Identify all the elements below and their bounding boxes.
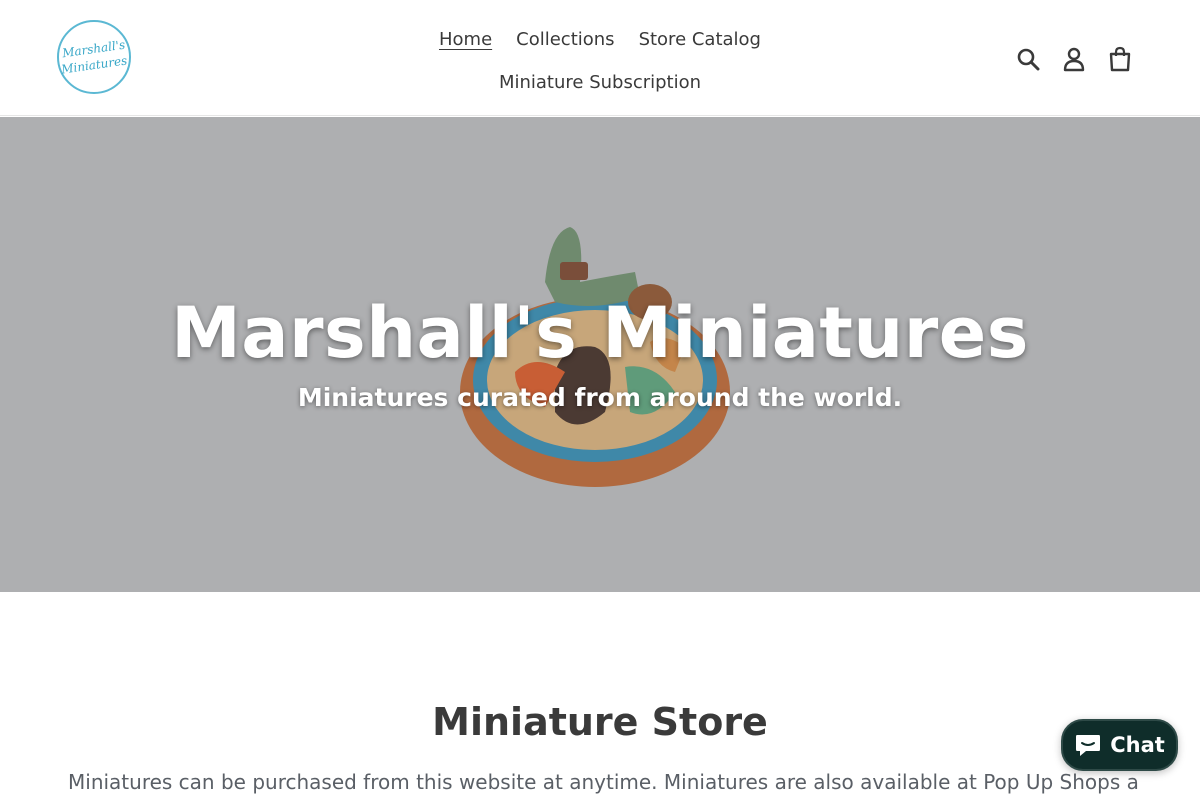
site-logo[interactable]: Marshall's Miniatures [57, 20, 131, 94]
hero-banner: Marshall's Miniatures Miniatures curated… [0, 117, 1200, 592]
search-icon[interactable] [1014, 45, 1042, 73]
nav-home[interactable]: Home [439, 28, 492, 51]
site-header: Marshall's Miniatures Home Collections S… [0, 0, 1200, 116]
nav-miniature-subscription[interactable]: Miniature Subscription [499, 71, 701, 94]
chat-bubble-icon [1076, 735, 1101, 756]
cart-icon[interactable] [1106, 45, 1134, 73]
header-icons [1014, 45, 1134, 73]
section-body: Miniatures can be purchased from this we… [68, 770, 1138, 794]
main-nav: Home Collections Store Catalog Miniature… [300, 28, 900, 94]
section-title: Miniature Store [432, 700, 768, 744]
chat-button[interactable]: Chat [1061, 719, 1178, 771]
hero-title: Marshall's Miniatures [171, 292, 1029, 374]
nav-collections[interactable]: Collections [516, 28, 614, 51]
nav-store-catalog[interactable]: Store Catalog [639, 28, 761, 51]
account-icon[interactable] [1060, 45, 1088, 73]
chat-label: Chat [1110, 733, 1165, 757]
hero-subtitle: Miniatures curated from around the world… [297, 383, 903, 412]
